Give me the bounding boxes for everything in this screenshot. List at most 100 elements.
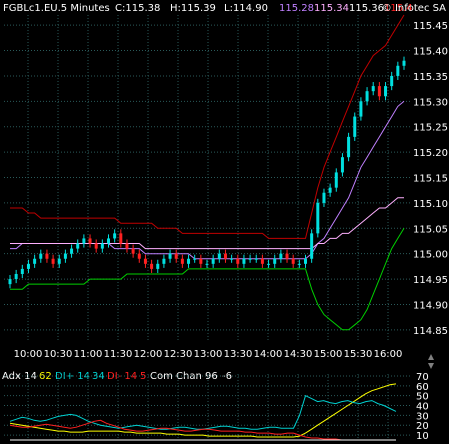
candle-body	[174, 253, 178, 259]
price-y-tick-label: 115.00	[413, 250, 448, 261]
price-y-tick-label: 115.05	[413, 224, 448, 235]
candle-body	[70, 248, 74, 254]
price-y-tick-label: 115.25	[413, 123, 448, 134]
candle-body	[131, 248, 135, 254]
stock-chart: FGBLc1.EU.5 Minutes C:115.38 H:115.39 L:…	[0, 0, 449, 444]
candle-body	[217, 253, 221, 259]
x-tick-label: 14:00	[254, 349, 283, 360]
comchan-value: -6	[222, 371, 232, 382]
x-tick-label: 16:00	[374, 349, 403, 360]
adx-label: Adx 14	[2, 371, 37, 382]
x-tick-label: 10:00	[14, 349, 43, 360]
header-ma1: 115.28	[279, 3, 314, 14]
price-y-tick-label: 114.95	[413, 275, 448, 286]
candle-body	[14, 273, 18, 280]
header-close: C:115.38	[115, 3, 160, 14]
candle-body	[187, 258, 191, 264]
price-y-tick-label: 115.30	[413, 97, 448, 108]
indicator-y-axis: 70605040302010	[416, 372, 429, 442]
x-tick-label: 11:00	[74, 349, 103, 360]
candle-body	[304, 258, 307, 264]
candle-body	[76, 243, 80, 249]
price-y-tick-label: 115.20	[413, 148, 448, 159]
candle-body	[316, 202, 320, 234]
candle-body	[230, 258, 234, 260]
candle-body	[291, 258, 295, 264]
candle-body	[390, 75, 394, 87]
candle-body	[236, 258, 240, 264]
candle-body	[340, 157, 344, 173]
diminus-value: 5	[140, 371, 146, 382]
candle-body	[267, 263, 271, 265]
candle-body	[156, 263, 160, 269]
header-low: L:114.90	[224, 3, 268, 14]
candle-body	[402, 60, 406, 66]
candle-body	[63, 253, 67, 259]
candle	[347, 132, 351, 162]
candle-body	[8, 279, 12, 285]
candle-body	[322, 192, 326, 203]
price-y-tick-label: 114.90	[413, 300, 448, 311]
candle-body	[45, 253, 49, 259]
candle-body	[82, 238, 86, 244]
candle-body	[328, 187, 332, 193]
diplus-label: DI+ 14	[55, 371, 90, 382]
candle-body	[150, 263, 154, 269]
candle-body	[347, 136, 351, 158]
price-y-tick-label: 115.15	[413, 174, 448, 185]
candle-body	[26, 263, 30, 269]
candle-body	[396, 65, 400, 76]
candle-body	[94, 243, 98, 249]
candle-body	[51, 258, 55, 264]
candle-body	[20, 268, 24, 274]
candle-body	[285, 253, 289, 259]
x-tick-label: 12:00	[134, 349, 163, 360]
x-tick-label: 15:00	[314, 349, 343, 360]
candle-body	[39, 253, 43, 259]
candle-body	[33, 258, 37, 264]
header-ma3: 115.36	[349, 3, 384, 14]
candle-body	[377, 86, 381, 97]
x-tick-label: 13:00	[194, 349, 223, 360]
candle-body	[125, 243, 129, 249]
candle-body	[359, 101, 363, 117]
header-high: H:115.39	[170, 3, 216, 14]
x-tick-label: 13:30	[224, 349, 253, 360]
indicator-y-tick-label: 10	[416, 431, 429, 442]
candle-body	[119, 233, 123, 244]
header-vendor: © Infotec SA	[382, 3, 446, 14]
candle-body	[254, 258, 258, 260]
candle-body	[205, 263, 209, 265]
adx-value: 62	[39, 371, 52, 382]
diminus-label: DI- 14	[107, 371, 137, 382]
candle-body	[353, 116, 357, 137]
candle	[316, 198, 320, 238]
price-y-tick-label: 115.35	[413, 72, 448, 83]
candle	[353, 112, 357, 141]
candle-body	[88, 238, 92, 244]
price-y-tick-label: 115.10	[413, 199, 448, 210]
candle	[310, 229, 314, 263]
price-y-tick-label: 115.45	[413, 21, 448, 32]
candle-body	[279, 253, 283, 259]
x-tick-label: 15:30	[344, 349, 373, 360]
indicator-header: Adx 14 62 DI+ 14 34 DI- 14 5 Com Chan 96…	[2, 371, 232, 382]
diplus-value: 34	[92, 371, 105, 382]
candle-body	[297, 263, 301, 265]
candle-body	[223, 253, 227, 259]
header-symbol: FGBLc1.EU.5 Minutes	[3, 3, 110, 14]
price-y-tick-label: 115.40	[413, 47, 448, 58]
price-y-tick-label: 114.85	[413, 326, 448, 337]
candle-body	[168, 253, 172, 259]
price-x-axis: 10:00 10:30 11:00 11:30 12:00 12:30 13:00 13:30…	[14, 349, 403, 360]
candle-body	[384, 86, 388, 97]
candle-body	[100, 243, 104, 249]
candle-body	[162, 258, 166, 264]
candle-body	[273, 258, 277, 264]
candle-body	[248, 258, 252, 260]
candle-body	[113, 233, 117, 239]
candle-body	[365, 91, 369, 102]
candle-body	[260, 258, 264, 264]
candle-body	[334, 172, 338, 188]
x-tick-label: 10:30	[44, 349, 73, 360]
